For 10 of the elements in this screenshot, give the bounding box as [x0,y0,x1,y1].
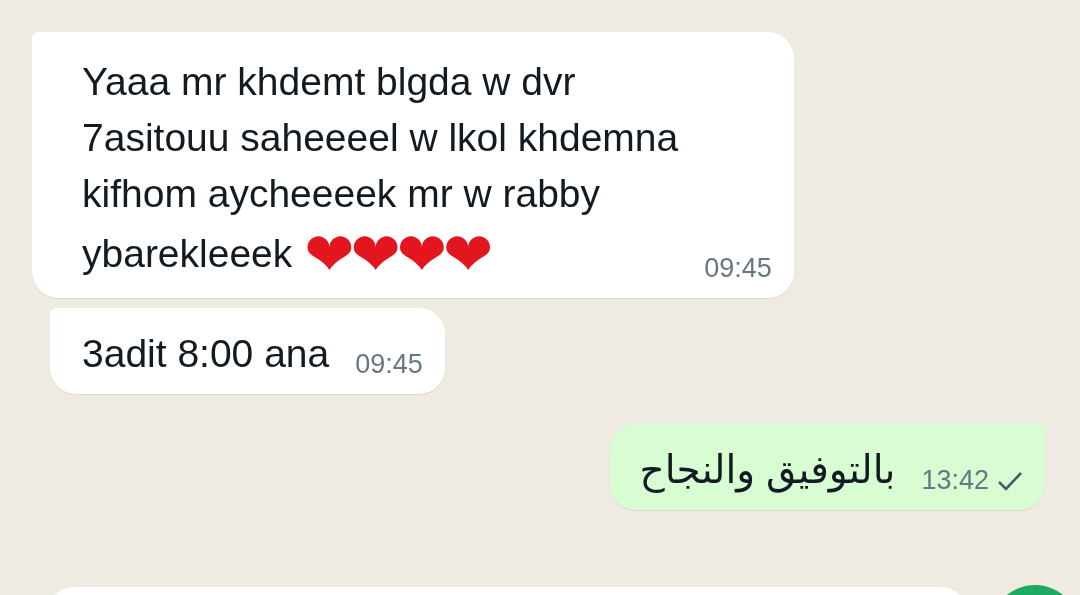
message-text: 7asitouu saheeeel w lkol khdemna [82,115,679,161]
message-text: kifhom aycheeeek mr w rabby [82,171,601,217]
message-text: Yaaa mr khdemt blgda w dvr [82,59,576,105]
message-time: 13:42 [921,465,989,496]
message-text: ybarekleeek [82,231,293,277]
message-time: 09:45 [704,253,772,284]
heart-emoji: ❤❤❤❤ [304,222,490,286]
message-time: 09:45 [355,349,423,380]
message-text: بالتوفيق والنجاح [639,447,896,495]
message-text: 3adit 8:00 ana [82,331,330,377]
